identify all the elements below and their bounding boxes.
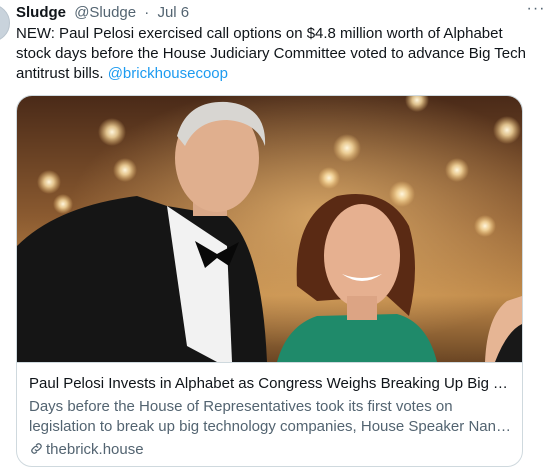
link-icon (29, 441, 44, 462)
tweet-body: NEW: Paul Pelosi exercised call options … (16, 25, 526, 82)
card-domain-text: thebrick.house (46, 441, 144, 458)
tweet-date[interactable]: Jul 6 (157, 4, 189, 21)
mention-link[interactable]: @brickhousecoop (108, 65, 228, 82)
display-name[interactable]: Sludge (16, 4, 66, 21)
card-image[interactable] (17, 96, 522, 362)
tweet-header: Sludge @Sludge · Jul 6 (16, 3, 548, 23)
card-title[interactable]: Paul Pelosi Invests in Alphabet as Congr… (29, 374, 513, 394)
tweet-text: NEW: Paul Pelosi exercised call options … (16, 24, 528, 84)
avatar[interactable] (0, 4, 10, 42)
user-handle[interactable]: @Sludge (74, 4, 136, 21)
card-description-line: Days before the House of Representatives… (29, 398, 453, 415)
link-card[interactable]: Paul Pelosi Invests in Alphabet as Congr… (16, 95, 523, 467)
card-divider (17, 362, 522, 363)
more-options-icon[interactable]: ··· (524, 1, 548, 22)
card-description-line: legislation to break up big technology c… (29, 418, 513, 435)
card-description: Days before the House of Representatives… (29, 397, 513, 437)
card-domain[interactable]: thebrick.house (29, 440, 144, 462)
separator-dot: · (144, 4, 150, 21)
